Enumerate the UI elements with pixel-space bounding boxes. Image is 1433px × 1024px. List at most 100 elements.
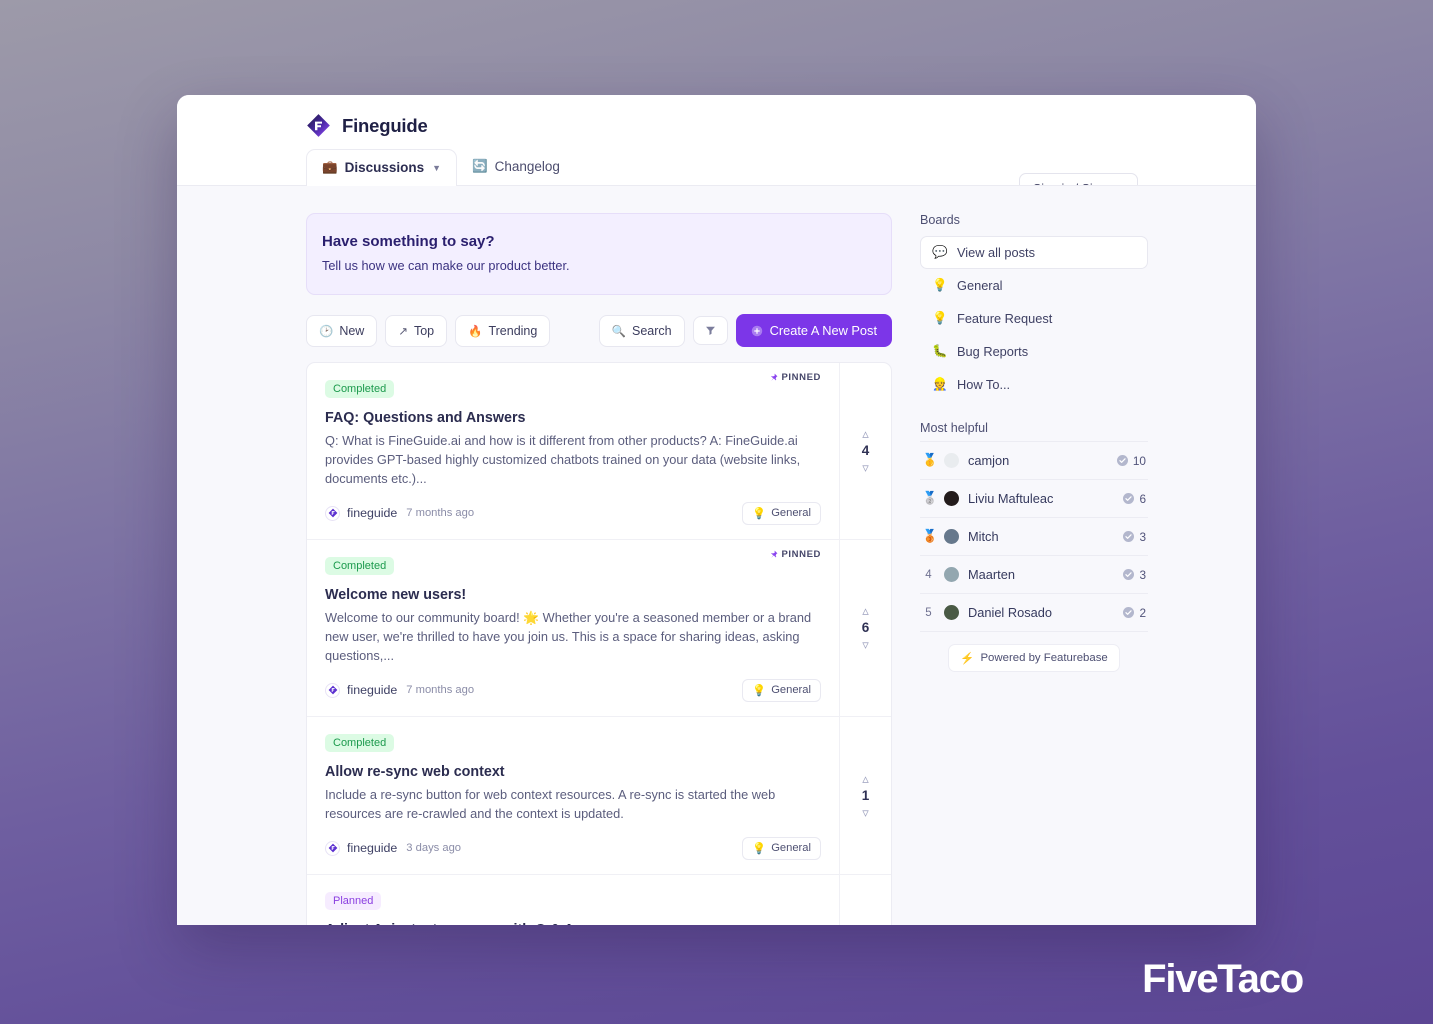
- vote-control[interactable]: ▵ 4 ▿: [839, 363, 891, 539]
- list-item[interactable]: 🥈 Liviu Maftuleac 6: [920, 479, 1148, 517]
- post-board-tag[interactable]: 💡 General: [742, 501, 821, 525]
- avatar: [944, 491, 959, 506]
- post-timestamp: 3 days ago: [406, 842, 462, 854]
- verified-check-icon: [1123, 531, 1135, 542]
- list-item[interactable]: 5 Daniel Rosado 2: [920, 593, 1148, 631]
- tab-discussions-label: Discussions: [344, 160, 425, 175]
- avatar: [325, 682, 340, 698]
- post-list: PINNED Completed FAQ: Questions and Answ…: [306, 362, 892, 925]
- pinned-label: PINNED: [781, 372, 821, 383]
- sidebar-item-feature-request[interactable]: 💡 Feature Request: [920, 302, 1148, 335]
- list-item[interactable]: 🥉 Mitch 3: [920, 517, 1148, 555]
- post-footer: fineguide 7 months ago 💡 General: [325, 501, 821, 525]
- pinned-indicator: PINNED: [769, 372, 822, 383]
- post-excerpt: Welcome to our community board! 🌟 Whethe…: [325, 609, 812, 663]
- verified-check-icon: [1123, 607, 1135, 618]
- downvote-icon[interactable]: ▿: [862, 806, 869, 819]
- post-excerpt: Include a re-sync button for web context…: [325, 786, 776, 821]
- rank-medal-icon: 🥇: [922, 453, 938, 467]
- post-excerpt: Q: What is FineGuide.ai and how is it di…: [325, 433, 801, 486]
- post-item[interactable]: PINNED Completed Welcome new users! Welc…: [307, 539, 891, 717]
- sidebar-item-view-all-posts[interactable]: 💬 View all posts: [920, 236, 1148, 269]
- brand-name: Fineguide: [342, 114, 428, 136]
- sidebar-item-how-to[interactable]: 👷 How To...: [920, 368, 1148, 401]
- post-title[interactable]: Adjust Asisstant answers with Q & A: [325, 922, 821, 926]
- lightbulb-icon: 💡: [752, 684, 767, 697]
- list-item[interactable]: 🥇 camjon 10: [920, 441, 1148, 479]
- list-item[interactable]: 4 Maarten 3: [920, 555, 1148, 593]
- upvote-icon[interactable]: ▵: [862, 604, 869, 617]
- status-badge: Completed: [325, 380, 395, 398]
- user-name: Liviu Maftuleac: [968, 491, 1054, 506]
- vote-control[interactable]: ▵ 1 ▿: [839, 716, 891, 874]
- powered-by-label: Powered by Featurebase: [980, 652, 1108, 664]
- briefcase-icon: 💼: [322, 160, 338, 175]
- create-new-post-button[interactable]: Create A New Post: [735, 314, 892, 347]
- post-body: PINNED Completed Welcome new users! Welc…: [307, 540, 839, 716]
- tab-changelog[interactable]: 🔄 Changelog: [457, 149, 575, 185]
- helpful-count: 10: [1116, 454, 1146, 468]
- lightbulb-icon: 💡: [932, 311, 948, 325]
- helpful-count: 3: [1123, 568, 1146, 582]
- filter-button[interactable]: [692, 316, 728, 345]
- upvote-icon[interactable]: ▵: [862, 772, 869, 785]
- app-window: Fineguide Sign in / Sign up 💼 Discussion…: [177, 95, 1256, 925]
- post-title[interactable]: Allow re-sync web context: [325, 764, 821, 780]
- sort-top-button[interactable]: ↗ Top: [385, 314, 448, 347]
- worker-icon: 👷: [932, 377, 948, 391]
- powered-by-featurebase-badge[interactable]: ⚡ Powered by Featurebase: [948, 644, 1120, 672]
- post-author[interactable]: fineguide: [347, 506, 397, 520]
- banner-title: Have something to say?: [322, 233, 495, 250]
- downvote-icon[interactable]: ▿: [862, 461, 869, 474]
- post-title[interactable]: FAQ: Questions and Answers: [325, 410, 821, 426]
- post-board-tag[interactable]: 💡 General: [742, 836, 821, 860]
- tab-discussions[interactable]: 💼 Discussions ▼: [306, 149, 458, 186]
- user-name: Daniel Rosado: [968, 605, 1052, 620]
- post-timestamp: 7 months ago: [406, 684, 475, 697]
- helpful-count: 6: [1123, 492, 1146, 506]
- downvote-icon[interactable]: ▿: [862, 638, 869, 651]
- sort-trending-button[interactable]: 🔥 Trending: [455, 314, 551, 347]
- user-name: camjon: [968, 453, 1010, 468]
- post-item[interactable]: Planned Adjust Asisstant answers with Q …: [307, 874, 891, 926]
- avatar: [325, 840, 340, 856]
- post-author[interactable]: fineguide: [347, 841, 397, 855]
- sort-trending-label: Trending: [488, 323, 538, 338]
- rank-medal-icon: 🥉: [922, 529, 938, 543]
- pin-icon: [770, 373, 777, 381]
- post-item[interactable]: PINNED Completed FAQ: Questions and Answ…: [307, 363, 891, 540]
- post-item[interactable]: Completed Allow re-sync web context Incl…: [307, 716, 891, 875]
- helpful-count: 3: [1123, 530, 1146, 544]
- avatar: [944, 567, 959, 582]
- sidebar-item-general[interactable]: 💡 General: [920, 269, 1148, 302]
- post-title[interactable]: Welcome new users!: [325, 587, 821, 603]
- sort-new-button[interactable]: 🕑 New: [306, 314, 378, 347]
- search-button[interactable]: 🔍 Search: [598, 314, 685, 347]
- most-helpful-heading: Most helpful: [920, 421, 988, 435]
- pinned-indicator: PINNED: [769, 549, 822, 560]
- clock-icon: 🕑: [319, 325, 334, 338]
- flame-icon: 🔥: [468, 325, 483, 338]
- sidebar-item-bug-reports[interactable]: 🐛 Bug Reports: [920, 335, 1148, 368]
- powered-by-section: ⚡ Powered by Featurebase: [920, 631, 1148, 672]
- chat-bubbles-icon: 💬: [932, 245, 948, 259]
- sort-new-label: New: [339, 323, 365, 338]
- post-board-tag[interactable]: 💡 General: [742, 678, 821, 702]
- brand[interactable]: Fineguide: [177, 95, 1256, 138]
- pinned-label: PINNED: [781, 548, 821, 560]
- main-column: Have something to say? Tell us how we ca…: [306, 213, 892, 925]
- upvote-icon[interactable]: ▵: [862, 427, 869, 440]
- toolbar: 🕑 New ↗ Top 🔥 Trending 🔍 Search Create A…: [306, 314, 892, 347]
- plus-circle-icon: [751, 325, 762, 336]
- tab-changelog-label: Changelog: [494, 159, 560, 174]
- post-timestamp: 7 months ago: [406, 507, 475, 520]
- sidebar-item-label: How To...: [957, 377, 1011, 392]
- vote-control[interactable]: ▵ 6 ▿: [839, 539, 891, 716]
- vote-control[interactable]: ▵ 1 ▿: [839, 874, 891, 925]
- refresh-cycle-icon: 🔄: [472, 159, 488, 174]
- user-name: Maarten: [968, 567, 1015, 582]
- post-author[interactable]: fineguide: [347, 683, 397, 697]
- verified-check-icon: [1116, 455, 1128, 466]
- avatar: [325, 505, 340, 521]
- lightbulb-icon: 💡: [932, 278, 948, 292]
